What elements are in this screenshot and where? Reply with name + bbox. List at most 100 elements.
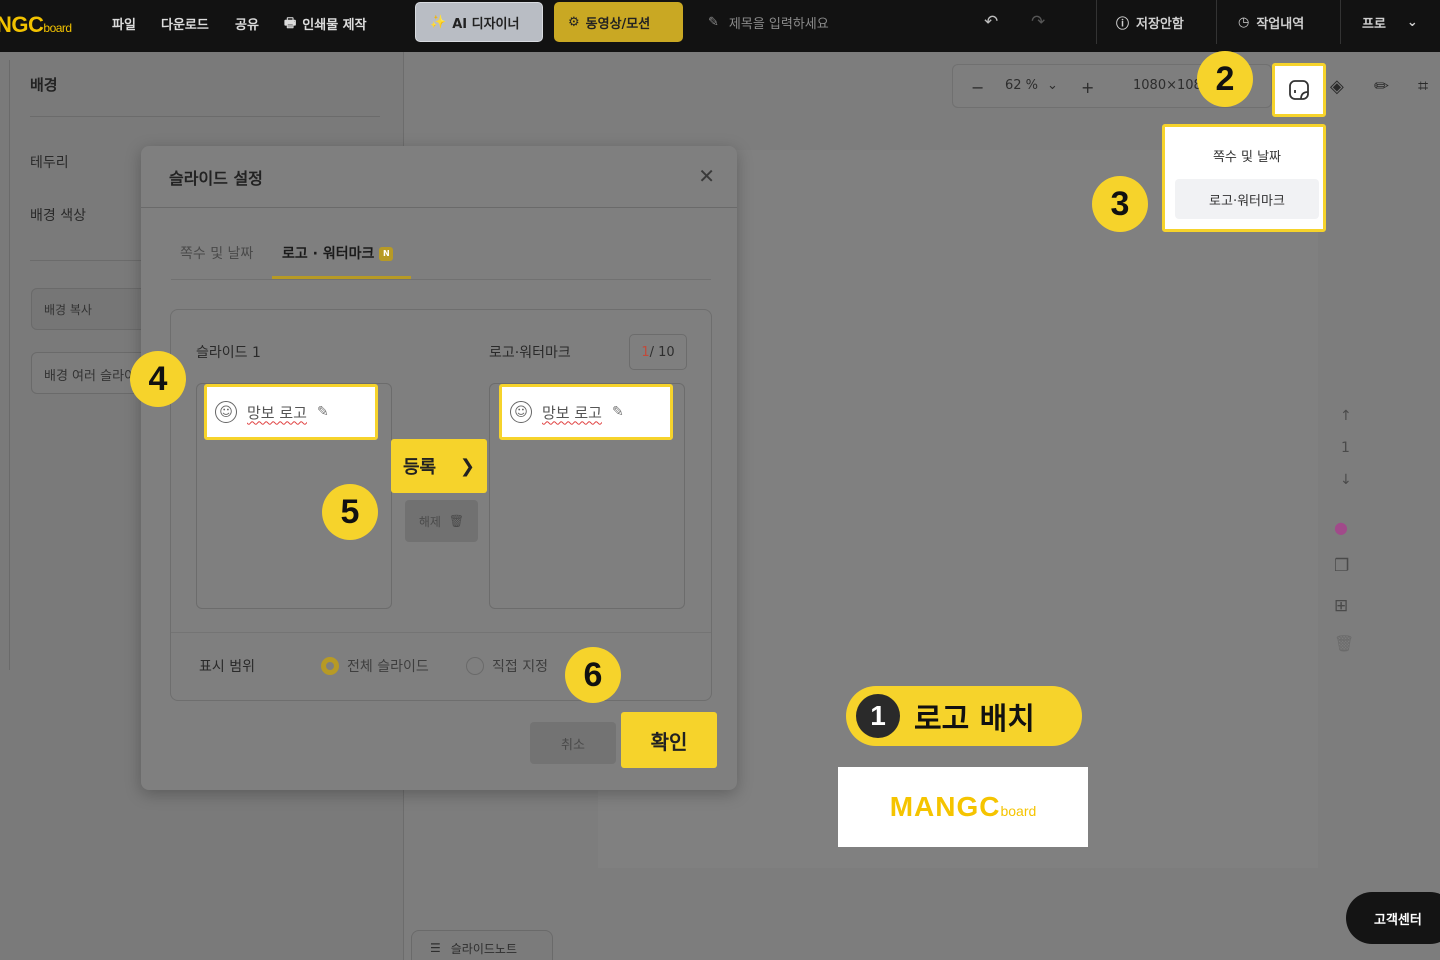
- step-badge-2: 2: [1197, 51, 1253, 107]
- app-logo[interactable]: NGCboard: [0, 12, 72, 38]
- slide-notes-label: 슬라이드노트: [450, 941, 518, 956]
- canvas-size[interactable]: 1080×108: [1133, 78, 1202, 93]
- motion-icon: ⚙: [568, 14, 580, 30]
- ai-designer-button[interactable]: ✨ AI 디자이너: [415, 2, 543, 42]
- profile-label: 프로: [1362, 17, 1386, 32]
- info-icon: ⓘ: [1116, 17, 1130, 32]
- profile-menu[interactable]: 프로 ⌄: [1362, 13, 1418, 32]
- ai-designer-label: AI 디자이너: [452, 16, 520, 32]
- counter-current: 1: [641, 344, 650, 360]
- tab-logo-watermark[interactable]: 로고 · 워터마크 N: [282, 243, 394, 263]
- clock-icon: ◷: [1238, 15, 1250, 30]
- customer-center-button[interactable]: 고객센터: [1346, 892, 1440, 944]
- callout-text: 로고 배치: [914, 702, 1035, 737]
- step-number-1: 1: [856, 694, 900, 738]
- tab-divider: [171, 279, 711, 280]
- close-icon[interactable]: ✕: [698, 164, 715, 188]
- arrow-up-icon[interactable]: ↑: [1340, 408, 1352, 424]
- edit-icon: ✎: [708, 15, 719, 30]
- menu-share[interactable]: 공유: [235, 14, 259, 33]
- step-badge-5: 5: [322, 484, 378, 540]
- menu-item-page-date[interactable]: 쪽수 및 날짜: [1175, 135, 1319, 175]
- radio-dot: [466, 657, 484, 675]
- new-badge: N: [379, 247, 394, 261]
- pencil-icon[interactable]: ✎: [612, 404, 624, 420]
- bg-color-label: 배경 색상: [30, 208, 86, 224]
- tab-logo-watermark-label: 로고 · 워터마크: [282, 246, 375, 262]
- trash-icon: 🗑: [448, 514, 465, 528]
- radio-all-slides[interactable]: 전체 슬라이드: [321, 656, 429, 676]
- history-button[interactable]: ◷ 작업내역: [1238, 13, 1304, 32]
- add-slide-icon[interactable]: ⊞: [1334, 596, 1348, 616]
- trash-icon[interactable]: 🗑: [1334, 634, 1354, 653]
- step-badge-3: 3: [1092, 176, 1148, 232]
- redo-icon[interactable]: ↷: [1031, 12, 1045, 32]
- zoom-in-icon[interactable]: +: [1081, 78, 1094, 97]
- notes-icon: ☰: [430, 941, 441, 955]
- ruler-icon[interactable]: ✏: [1374, 76, 1396, 98]
- slide-notes-tab[interactable]: ☰ 슬라이드노트: [411, 930, 553, 960]
- history-label: 작업내역: [1256, 17, 1305, 32]
- radio-custom[interactable]: 직접 지정: [466, 656, 548, 676]
- zoom-out-icon[interactable]: −: [971, 78, 984, 97]
- cancel-button[interactable]: 취소: [530, 722, 616, 764]
- logo-placement-callout: 1 로고 배치: [846, 686, 1082, 746]
- radio-dot-selected: [321, 657, 339, 675]
- chevron-down-icon[interactable]: ⌄: [1047, 78, 1058, 93]
- printer-icon: 🖶: [284, 16, 297, 31]
- save-status-label: 저장안함: [1136, 17, 1184, 32]
- tab-page-date[interactable]: 쪽수 및 날짜: [180, 243, 253, 263]
- menu-file[interactable]: 파일: [112, 14, 136, 33]
- slide-logo-item[interactable]: ☺ 망보 로고 ✎: [204, 384, 378, 440]
- zoom-level[interactable]: 62 %: [1005, 78, 1038, 93]
- slide-logo-item-label: 망보 로고: [247, 403, 307, 422]
- unregister-button[interactable]: 해제 🗑: [405, 500, 478, 542]
- display-range-label: 표시 범위: [199, 659, 255, 675]
- menu-download[interactable]: 다운로드: [161, 14, 209, 33]
- counter-total: / 10: [649, 344, 675, 360]
- crop-icon[interactable]: ⌗: [1418, 76, 1440, 98]
- register-label: 등록: [403, 457, 437, 478]
- radio-custom-label: 직접 지정: [492, 659, 548, 675]
- divider: [30, 116, 380, 117]
- save-status-button[interactable]: ⓘ 저장안함: [1116, 13, 1184, 32]
- radio-all-label: 전체 슬라이드: [347, 659, 429, 675]
- register-button[interactable]: 등록 ❯: [391, 439, 487, 493]
- undo-icon[interactable]: ↶: [984, 12, 998, 32]
- pencil-icon[interactable]: ✎: [317, 404, 329, 420]
- step-badge-4: 4: [130, 351, 186, 407]
- title-placeholder: 제목을 입력하세요: [728, 17, 829, 32]
- divider: [171, 632, 711, 633]
- watermark-logo-item[interactable]: ☺ 망보 로고 ✎: [499, 384, 673, 440]
- video-motion-button[interactable]: ⚙ 동영상/모션: [554, 2, 683, 42]
- layers-icon[interactable]: ◈: [1330, 76, 1352, 98]
- menu-item-logo-watermark[interactable]: 로고·워터마크: [1175, 179, 1319, 219]
- copy-bg-button[interactable]: 배경 복사: [31, 288, 151, 330]
- logo-column-label: 로고·워터마크: [489, 345, 571, 361]
- smile-icon: ☺: [510, 401, 532, 423]
- page-indicator: 1: [1341, 440, 1350, 456]
- slide-settings-button[interactable]: [1272, 63, 1326, 117]
- chevron-right-icon: ❯: [459, 455, 475, 477]
- sticker-icon: [1289, 80, 1309, 100]
- divider: [1340, 0, 1341, 44]
- confirm-button[interactable]: 확인: [621, 712, 717, 768]
- logo-preview-image: MANGCboard: [838, 767, 1088, 847]
- divider: [141, 207, 737, 208]
- menu-print-label: 인쇄물 제작: [302, 18, 367, 33]
- color-palette-icon[interactable]: ●: [1334, 518, 1348, 537]
- logo-counter: 1 / 10: [629, 334, 687, 370]
- border-label: 테두리: [30, 155, 69, 171]
- menu-print[interactable]: 🖶 인쇄물 제작: [284, 14, 367, 36]
- smile-icon: ☺: [215, 401, 237, 423]
- copy-icon[interactable]: ❐: [1334, 556, 1349, 576]
- video-motion-label: 동영상/모션: [585, 16, 651, 32]
- divider: [1216, 0, 1217, 44]
- title-input[interactable]: ✎ 제목을 입력하세요: [708, 13, 829, 32]
- top-bar: NGCboard 파일 다운로드 공유 🖶 인쇄물 제작 ✨ AI 디자이너 ⚙ 동영…: [0, 0, 1440, 52]
- active-tab-underline: [272, 276, 411, 279]
- watermark-logo-item-label: 망보 로고: [542, 403, 602, 422]
- panel-title: 배경: [30, 76, 58, 94]
- arrow-down-icon[interactable]: ↓: [1340, 472, 1352, 488]
- unregister-label: 해제: [418, 514, 441, 529]
